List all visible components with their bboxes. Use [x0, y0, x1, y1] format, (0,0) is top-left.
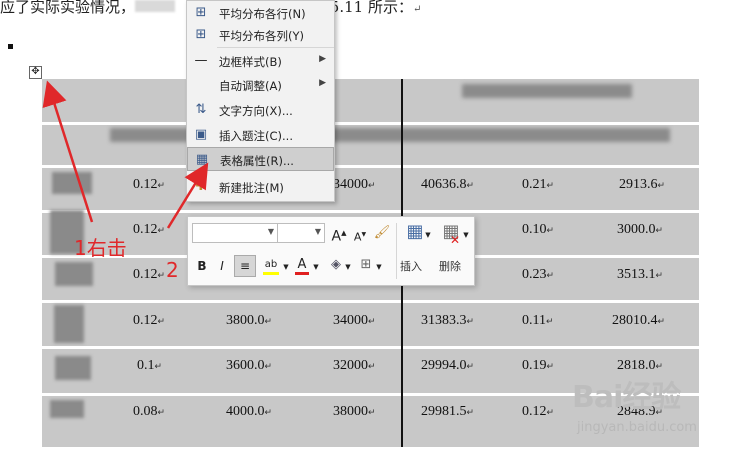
watermark-logo: Bai经验: [572, 380, 681, 415]
annotation-arrow-1: [42, 80, 94, 223]
annotation-step-2: 2: [166, 258, 179, 282]
watermark-url: jingyan.baidu.com: [577, 420, 697, 435]
annotation-arrow-2: [166, 162, 209, 229]
annotation-step-1: 1右击: [74, 236, 127, 260]
